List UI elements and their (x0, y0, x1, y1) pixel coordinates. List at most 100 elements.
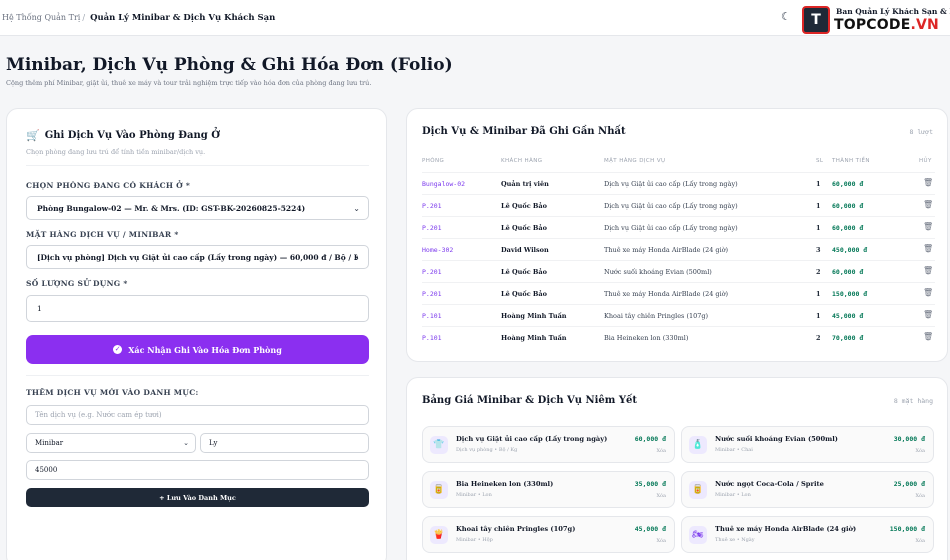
breadcrumb-root[interactable]: Hệ Thống Quản Trị (2, 13, 80, 22)
delete-item-link[interactable]: Xóa (915, 448, 925, 454)
bottle-icon: 🧴 (689, 436, 707, 454)
price-item-name: Nước ngọt Coca-Cola / Sprite (715, 480, 824, 488)
trash-icon[interactable]: 🗑 (923, 178, 933, 187)
price-item-meta: Dịch vụ phòng • Bộ / Kg (456, 447, 518, 453)
trash-icon[interactable]: 🗑 (923, 244, 933, 253)
trash-icon[interactable]: 🗑 (923, 288, 933, 297)
amount-cell: 60,000 đ (832, 268, 864, 276)
page-subtitle: Cộng thêm phí Minibar, giặt ủi, thuê xe … (6, 79, 372, 87)
can-icon: 🥫 (430, 481, 448, 499)
recent-charges-card: Dịch Vụ & Minibar Đã Ghi Gần Nhất 8 lượt… (406, 108, 948, 362)
trash-icon[interactable]: 🗑 (923, 332, 933, 341)
room-cell[interactable]: P.201 (422, 202, 442, 210)
trash-icon[interactable]: 🗑 (923, 310, 933, 319)
admin-name: Ban Quản Lý Khách Sạn & Homestay (836, 7, 950, 16)
price-item-price: 60,000 đ (634, 435, 666, 443)
price-item: 🥫 Bia Heineken lon (330ml) Minibar • Lon 35… (422, 471, 675, 508)
new-service-unit-input[interactable]: Ly (200, 433, 369, 453)
new-service-category-select[interactable]: Minibar ⌄ (26, 433, 196, 453)
quantity-cell: 1 (816, 202, 821, 210)
price-item-price: 35,000 đ (634, 480, 666, 488)
amount-cell: 450,000 đ (832, 246, 868, 254)
moon-icon[interactable]: ☾ (781, 10, 791, 23)
save-to-catalog-button[interactable]: + Lưu Vào Danh Mục (26, 488, 369, 507)
price-item-price: 150,000 đ (889, 525, 925, 533)
price-list-count: 8 mặt hàng (893, 397, 933, 405)
breadcrumb-current: Quản Lý Minibar & Dịch Vụ Khách Sạn (90, 12, 276, 23)
column-header: KHÁCH HÀNG (501, 158, 543, 164)
room-cell[interactable]: P.201 (422, 268, 442, 276)
guest-cell: Lê Quốc Bảo (501, 290, 547, 298)
item-label: MẶT HÀNG DỊCH VỤ / MINIBAR * (26, 230, 179, 239)
item-cell: Thuê xe máy Honda AirBlade (24 giờ) (604, 246, 729, 254)
trash-icon[interactable]: 🗑 (923, 266, 933, 275)
chevron-down-icon: ⌄ (183, 439, 189, 447)
item-cell: Dịch vụ Giặt ủi cao cấp (Lấy trong ngày) (604, 224, 738, 232)
price-item-meta: Thuê xe • Ngày (715, 537, 755, 543)
delete-item-link[interactable]: Xóa (915, 538, 925, 544)
divider (26, 375, 369, 376)
logo-icon: T (802, 6, 830, 34)
amount-cell: 45,000 đ (832, 312, 864, 320)
table-row: P.101 Hoàng Minh Tuấn Khoai tây chiên Prin… (422, 304, 935, 326)
price-item-name: Thuê xe máy Honda AirBlade (24 giờ) (715, 525, 857, 533)
recent-charges-count: 8 lượt (909, 128, 933, 136)
new-service-price-input[interactable]: 45000 (26, 460, 369, 480)
new-service-name-input[interactable]: Tên dịch vụ (e.g. Nước cam ép tươi) (26, 405, 369, 425)
guest-cell: Lê Quốc Bảo (501, 202, 547, 210)
price-item-name: Khoai tây chiên Pringles (107g) (456, 525, 576, 533)
price-item: 👕 Dịch vụ Giặt ủi cao cấp (Lấy trong ngày… (422, 426, 675, 463)
room-select[interactable]: Phòng Bungalow-02 — Mr. & Mrs. (ID: GST-… (26, 196, 369, 220)
price-item-name: Dịch vụ Giặt ủi cao cấp (Lấy trong ngày) (456, 435, 608, 443)
form-subtitle: Chọn phòng đang lưu trú để tính tiền min… (26, 148, 206, 156)
brand-logo: TOPCODE.VN (834, 17, 939, 33)
price-item-meta: Minibar • Chai (715, 447, 753, 453)
form-title: 🛒 Ghi Dịch Vụ Vào Phòng Đang Ở (26, 129, 220, 142)
delete-item-link[interactable]: Xóa (656, 538, 666, 544)
item-cell: Dịch vụ Giặt ủi cao cấp (Lấy trong ngày) (604, 202, 738, 210)
quantity-input[interactable]: 1 (26, 295, 369, 322)
price-item-meta: Minibar • Lon (456, 492, 492, 498)
table-row: P.201 Lê Quốc Bảo Nước suối khoáng Evian (… (422, 260, 935, 282)
page-title: Minibar, Dịch Vụ Phòng & Ghi Hóa Đơn (Fo… (6, 55, 453, 75)
confirm-charge-button[interactable]: ✓ Xác Nhận Ghi Vào Hóa Đơn Phòng (26, 335, 369, 364)
service-form-card: 🛒 Ghi Dịch Vụ Vào Phòng Đang Ở Chọn phòn… (6, 108, 387, 560)
guest-cell: Hoàng Minh Tuấn (501, 334, 567, 342)
price-item: 🥫 Nước ngọt Coca-Cola / Sprite Minibar • L… (681, 471, 934, 508)
breadcrumb-separator: / (82, 13, 86, 22)
room-label: CHỌN PHÒNG ĐANG CÓ KHÁCH Ở * (26, 181, 191, 190)
room-cell[interactable]: P.201 (422, 224, 442, 232)
price-item-meta: Minibar • Hộp (456, 537, 493, 543)
item-cell: Dịch vụ Giặt ủi cao cấp (Lấy trong ngày) (604, 180, 738, 188)
guest-cell: David Wilson (501, 246, 549, 254)
trash-icon[interactable]: 🗑 (923, 222, 933, 231)
delete-item-link[interactable]: Xóa (915, 493, 925, 499)
can-icon: 🥫 (689, 481, 707, 499)
room-cell[interactable]: P.101 (422, 312, 442, 320)
divider (26, 165, 369, 166)
admin-profile[interactable]: T Ban Quản Lý Khách Sạn & Homestay TOPCO… (802, 4, 950, 34)
room-cell[interactable]: P.201 (422, 290, 442, 298)
price-item-price: 25,000 đ (893, 480, 925, 488)
cart-icon: 🛒 (26, 129, 40, 142)
guest-cell: Hoàng Minh Tuấn (501, 312, 567, 320)
price-list-card: Bảng Giá Minibar & Dịch Vụ Niêm Yết 8 mặ… (406, 377, 948, 560)
item-select[interactable]: [Dịch vụ phòng] Dịch vụ Giặt ủi cao cấp … (26, 245, 369, 269)
delete-item-link[interactable]: Xóa (656, 448, 666, 454)
column-header: MẶT HÀNG DỊCH VỤ (604, 158, 666, 164)
guest-cell: Lê Quốc Bảo (501, 268, 547, 276)
room-cell[interactable]: P.101 (422, 334, 442, 342)
quantity-cell: 1 (816, 290, 821, 298)
column-header: HỦY (919, 158, 932, 164)
delete-item-link[interactable]: Xóa (656, 493, 666, 499)
motorbike-icon: 🏍 (689, 526, 707, 544)
item-cell: Bia Heineken lon (330ml) (604, 334, 689, 342)
trash-icon[interactable]: 🗑 (923, 200, 933, 209)
room-cell[interactable]: Home-302 (422, 246, 453, 254)
recent-charges-title: Dịch Vụ & Minibar Đã Ghi Gần Nhất (422, 126, 626, 137)
table-row: Home-302 David Wilson Thuê xe máy Honda Ai… (422, 238, 935, 260)
quantity-cell: 3 (816, 246, 821, 254)
table-row: Bungalow-02 Quản trị viên Dịch vụ Giặt ủi … (422, 172, 935, 194)
room-cell[interactable]: Bungalow-02 (422, 180, 465, 188)
shirt-icon: 👕 (430, 436, 448, 454)
